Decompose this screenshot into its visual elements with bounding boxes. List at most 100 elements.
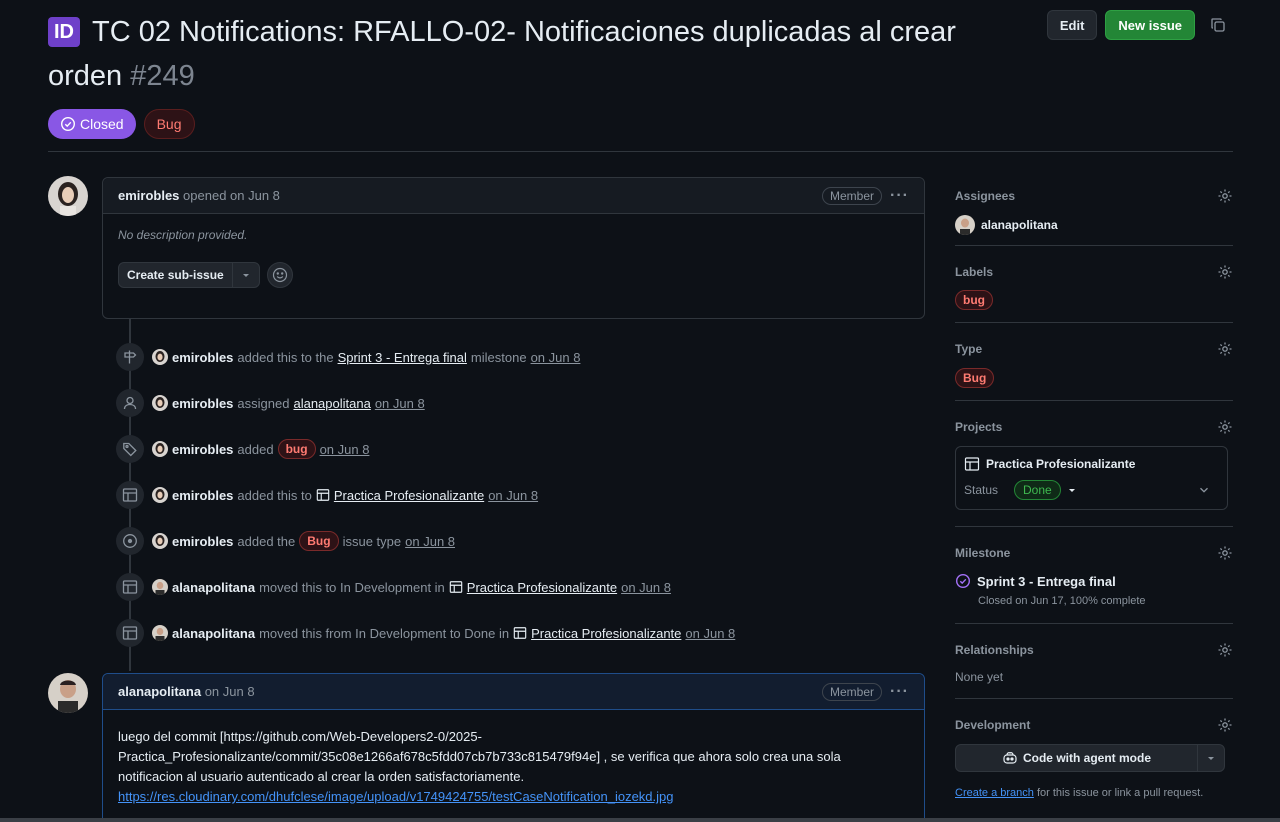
issue-number: #249 [130, 60, 195, 92]
horizontal-scrollbar[interactable] [0, 818, 1280, 822]
comment-author[interactable]: alanapolitana [118, 684, 201, 699]
milestone-section: Milestone Sprint 3 - Entrega final Close… [955, 527, 1233, 624]
label-bug[interactable]: bug [955, 290, 993, 310]
development-hint: for this issue or link a pull request. [1036, 787, 1204, 799]
member-badge: Member [822, 682, 883, 701]
actor-avatar[interactable] [152, 533, 168, 549]
event-text: emirobles added this to Practica Profesion… [172, 488, 538, 503]
labels-title: Labels [955, 265, 994, 279]
code-with-agent-button[interactable]: Code with agent mode [955, 744, 1225, 772]
timeline-event: emirobles added bug on Jun 8 [116, 435, 369, 463]
event-link[interactable]: Sprint 3 - Entrega final [338, 350, 467, 365]
event-actor[interactable]: alanapolitana [172, 580, 255, 595]
actor-avatar[interactable] [152, 487, 168, 503]
create-branch-link[interactable]: Create a branch [955, 787, 1034, 799]
event-date[interactable]: on Jun 8 [685, 626, 735, 641]
event-label[interactable]: Bug [299, 531, 339, 551]
table-icon [116, 481, 144, 509]
actor-avatar[interactable] [152, 441, 168, 457]
table-icon [316, 488, 330, 502]
code-with-agent-label[interactable]: Code with agent mode [1023, 751, 1151, 765]
chevron-down-icon[interactable] [233, 263, 259, 287]
event-actor[interactable]: emirobles [172, 488, 233, 503]
relationships-value: None yet [955, 670, 1004, 684]
event-text: emirobles added bug on Jun 8 [172, 439, 369, 459]
image-link[interactable]: https://res.cloudinary.com/dhufclese/ima… [118, 789, 673, 804]
event-actor[interactable]: emirobles [172, 534, 233, 549]
event-date[interactable]: on Jun 8 [621, 580, 671, 595]
gear-icon[interactable] [1217, 545, 1233, 561]
avatar-alanapolitana[interactable] [48, 673, 88, 713]
avatar-emirobles[interactable] [48, 176, 88, 216]
comment-meta[interactable]: opened on Jun 8 [183, 188, 280, 203]
issue-type-pill[interactable]: Bug [143, 109, 195, 139]
project-name[interactable]: Practica Profesionalizante [986, 457, 1135, 471]
event-action: added [237, 441, 274, 457]
gear-icon[interactable] [1217, 341, 1233, 357]
status-done-pill[interactable]: Done [1014, 480, 1061, 500]
caret-down-icon[interactable] [1067, 485, 1077, 495]
gear-icon[interactable] [1217, 419, 1233, 435]
event-date[interactable]: on Jun 8 [320, 442, 370, 457]
event-link[interactable]: alanapolitana [293, 396, 370, 411]
event-actor[interactable]: emirobles [172, 350, 233, 365]
closed-check-icon [60, 116, 76, 132]
add-reaction-icon[interactable] [266, 262, 293, 288]
projects-title: Projects [955, 420, 1003, 434]
milestone-icon [116, 343, 144, 371]
gear-icon[interactable] [1217, 642, 1233, 658]
chevron-down-icon[interactable] [1198, 745, 1224, 771]
person-icon [116, 389, 144, 417]
event-date[interactable]: on Jun 8 [531, 350, 581, 365]
actor-avatar[interactable] [152, 349, 168, 365]
timeline-event: emirobles assigned alanapolitana on Jun 8 [116, 389, 425, 417]
project-card[interactable]: Practica Profesionalizante Status Done [955, 446, 1228, 510]
event-action: moved this from In Development to Done i… [259, 625, 510, 641]
gear-icon[interactable] [1217, 264, 1233, 280]
opening-comment: emirobles opened on Jun 8 Member ··· No … [102, 177, 925, 319]
event-date[interactable]: on Jun 8 [375, 396, 425, 411]
event-action: added the [237, 533, 296, 549]
comment-body: luego del commit [https://github.com/Web… [103, 710, 924, 821]
assignee-avatar [955, 215, 975, 235]
kebab-menu-icon[interactable]: ··· [890, 683, 909, 701]
comment-author[interactable]: emirobles [118, 188, 179, 203]
event-label[interactable]: bug [277, 439, 316, 459]
new-issue-button[interactable]: New issue [1105, 10, 1195, 40]
assignee-name[interactable]: alanapolitana [981, 218, 1058, 232]
event-text: emirobles added the Bug issue type on Jun 8 [172, 531, 455, 551]
event-link[interactable]: Practica Profesionalizante [467, 580, 617, 595]
gear-icon[interactable] [1217, 188, 1233, 204]
comment-line: luego del commit [https://github.com/Web… [118, 729, 482, 744]
comment-line: notificacion al usuario autenticado al c… [118, 769, 525, 784]
event-link[interactable]: Practica Profesionalizante [334, 488, 484, 503]
event-actor[interactable]: emirobles [172, 396, 233, 411]
event-date[interactable]: on Jun 8 [405, 534, 455, 549]
create-sub-issue-button[interactable]: Create sub-issue [118, 262, 260, 288]
comment-meta[interactable]: on Jun 8 [205, 684, 255, 699]
event-date[interactable]: on Jun 8 [488, 488, 538, 503]
milestone-closed-icon [955, 573, 971, 589]
type-bug[interactable]: Bug [955, 368, 995, 388]
actor-avatar[interactable] [152, 625, 168, 641]
issue-title: ID TC 02 Notifications: RFALLO-02- Notifi… [48, 10, 1008, 98]
gear-icon[interactable] [1217, 717, 1233, 733]
issue-type-icon [116, 527, 144, 555]
header-divider [48, 151, 1233, 152]
development-section: Development Code with agent mode Create … [955, 699, 1233, 819]
milestone-meta: Closed on Jun 17, 100% complete [978, 595, 1146, 607]
event-text: alanapolitana moved this from In Developm… [172, 626, 735, 641]
kebab-menu-icon[interactable]: ··· [890, 187, 909, 205]
milestone-name[interactable]: Sprint 3 - Entrega final [977, 574, 1116, 589]
copy-link-icon[interactable] [1203, 10, 1233, 40]
issue-sidebar: Assignees alanapolitana Labels bug Type … [955, 177, 1233, 819]
create-sub-issue-label[interactable]: Create sub-issue [119, 263, 233, 287]
actor-avatar[interactable] [152, 579, 168, 595]
event-suffix: issue type [342, 533, 402, 549]
event-link[interactable]: Practica Profesionalizante [531, 626, 681, 641]
event-actor[interactable]: alanapolitana [172, 626, 255, 641]
event-actor[interactable]: emirobles [172, 442, 233, 457]
actor-avatar[interactable] [152, 395, 168, 411]
edit-button[interactable]: Edit [1046, 10, 1098, 40]
chevron-down-icon[interactable] [1197, 483, 1211, 497]
